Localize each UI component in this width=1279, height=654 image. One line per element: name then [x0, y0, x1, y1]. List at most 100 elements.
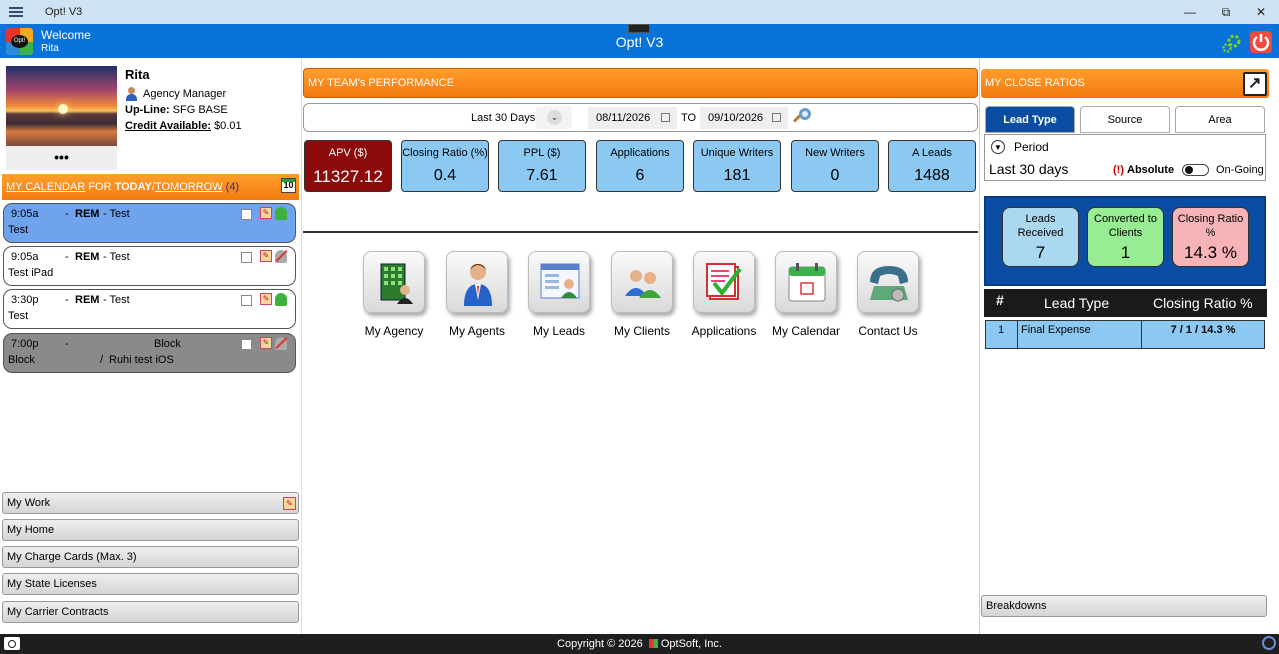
table-cell-ratio: 7 / 1 / 14.3 %: [1170, 324, 1236, 336]
calendar-item-checkbox[interactable]: [241, 209, 252, 220]
date-to-field[interactable]: 09/10/2026: [700, 107, 788, 129]
calendar-count: (4): [222, 181, 240, 193]
app-label[interactable]: My Clients: [600, 324, 684, 338]
footer: Copyright © 2026 OptSoft, Inc.: [0, 634, 1279, 654]
column-header-lead-type[interactable]: Lead Type: [1044, 295, 1109, 311]
bell-muted-icon[interactable]: [275, 250, 287, 263]
settings-cog-icon[interactable]: [1262, 636, 1276, 650]
edit-pencil-icon[interactable]: ✎: [260, 337, 272, 349]
kpi-label: Closing Ratio (%): [402, 147, 488, 159]
breakdowns-button[interactable]: Breakdowns: [981, 595, 1267, 617]
calendar-icon: [788, 263, 826, 302]
restore-button[interactable]: ⧉: [1208, 0, 1244, 24]
contact-us-button[interactable]: [857, 251, 919, 313]
kpi-closing-ratio[interactable]: Closing Ratio (%) 0.4: [401, 140, 489, 192]
date-from-field[interactable]: 08/11/2026: [588, 107, 677, 129]
kpi-new-writers[interactable]: New Writers 0: [791, 140, 879, 192]
camera-icon[interactable]: [4, 637, 20, 650]
my-leads-button[interactable]: [528, 251, 590, 313]
calendar-item-checkbox[interactable]: [241, 295, 252, 306]
bell-icon[interactable]: [275, 293, 287, 306]
edit-pencil-icon[interactable]: ✎: [260, 250, 272, 262]
my-agents-button[interactable]: [446, 251, 508, 313]
app-label[interactable]: My Leads: [517, 324, 601, 338]
kpi-apv[interactable]: APV ($) 11327.12: [304, 140, 392, 192]
period-dropdown[interactable]: ⌄: [536, 106, 572, 129]
calendar-small-icon[interactable]: [772, 113, 781, 122]
settings-gear-icon[interactable]: [1222, 33, 1242, 53]
kpi-label: PPL ($): [523, 147, 561, 159]
app-label[interactable]: My Calendar: [764, 324, 848, 338]
kpi-value: 11327.12: [313, 167, 383, 186]
minimize-button[interactable]: —: [1172, 0, 1208, 24]
edit-pencil-icon[interactable]: ✎: [260, 293, 272, 305]
period-value: Last 30 days: [989, 161, 1069, 177]
left-panel: ••• Rita Agency Manager Up-Line: SFG BAS…: [0, 58, 302, 634]
stat-closing-ratio[interactable]: Closing Ratio % 14.3 %: [1172, 207, 1249, 267]
calendar-day-icon[interactable]: 10: [281, 178, 296, 193]
calendar-item[interactable]: 9:05a - REM - Test Test iPad ✎: [3, 246, 296, 286]
column-header-closing-ratio[interactable]: Closing Ratio %: [1153, 295, 1253, 311]
calendar-item-checkbox[interactable]: [241, 252, 252, 263]
chevron-down-icon[interactable]: ▼: [991, 140, 1005, 154]
credit-label[interactable]: Credit Available:: [125, 120, 211, 132]
kpi-value: 6: [635, 167, 645, 184]
menu-my-charge-cards[interactable]: My Charge Cards (Max. 3): [2, 546, 299, 568]
kpi-ppl[interactable]: PPL ($) 7.61: [498, 140, 586, 192]
tab-source[interactable]: Source: [1080, 106, 1170, 133]
kpi-applications[interactable]: Applications 6: [596, 140, 684, 192]
profile-photo[interactable]: [6, 66, 117, 146]
table-row[interactable]: 1 Final Expense 7 / 1 / 14.3 %: [985, 320, 1265, 349]
my-clients-button[interactable]: [611, 251, 673, 313]
period-select-value[interactable]: Last 30 Days: [471, 112, 535, 124]
menu-my-carrier-contracts[interactable]: My Carrier Contracts: [2, 601, 299, 623]
calendar-item-kind: REM: [75, 294, 100, 306]
calendar-item[interactable]: 9:05a - REM - Test Test ✎: [3, 203, 296, 243]
stat-converted-to-clients[interactable]: Converted to Clients 1: [1087, 207, 1164, 267]
upline-value: SFG BASE: [172, 104, 228, 116]
today-label[interactable]: TODAY: [115, 181, 152, 193]
open-external-icon[interactable]: [1243, 72, 1267, 96]
app-label[interactable]: My Agents: [435, 324, 519, 338]
kpi-value: 0.4: [433, 167, 457, 184]
search-icon[interactable]: [792, 108, 812, 126]
hamburger-menu-icon[interactable]: [9, 5, 23, 19]
tomorrow-link[interactable]: TOMORROW: [155, 181, 223, 193]
clients-icon: [625, 270, 661, 298]
my-calendar-button[interactable]: [775, 251, 837, 313]
calendar-link[interactable]: MY CALENDAR: [6, 181, 85, 193]
close-window-button[interactable]: ✕: [1243, 0, 1279, 24]
edit-pencil-icon[interactable]: ✎: [283, 497, 296, 510]
team-performance-header: MY TEAM's PERFORMANCE: [303, 68, 978, 98]
app-label[interactable]: Contact Us: [846, 324, 930, 338]
to-label: TO: [681, 112, 697, 124]
calendar-item-dash: -: [65, 338, 69, 350]
kpi-value: 181: [723, 167, 751, 184]
kpi-unique-writers[interactable]: Unique Writers 181: [693, 140, 781, 192]
calendar-item-checkbox[interactable]: [241, 339, 252, 350]
tab-area[interactable]: Area: [1175, 106, 1265, 133]
period-title[interactable]: Period: [1014, 140, 1049, 154]
camera-notch: [628, 24, 650, 33]
kpi-a-leads[interactable]: A Leads 1488: [888, 140, 976, 192]
app-label[interactable]: My Agency: [352, 324, 436, 338]
absolute-ongoing-toggle[interactable]: [1182, 164, 1209, 176]
power-logout-icon[interactable]: [1250, 31, 1272, 53]
kpi-value: 0: [830, 167, 840, 184]
calendar-item[interactable]: 7:00p - Block Block / Ruhi test iOS ✎: [3, 333, 296, 373]
applications-button[interactable]: [693, 251, 755, 313]
menu-my-home[interactable]: My Home: [2, 519, 299, 541]
tab-lead-type[interactable]: Lead Type: [985, 106, 1075, 133]
my-agency-button[interactable]: [363, 251, 425, 313]
bell-muted-icon[interactable]: [275, 337, 287, 350]
calendar-small-icon[interactable]: [661, 113, 670, 122]
app-label[interactable]: Applications: [682, 324, 766, 338]
menu-my-state-licenses[interactable]: My State Licenses: [2, 573, 299, 595]
profile-more-button[interactable]: •••: [6, 146, 117, 170]
kpi-label: New Writers: [805, 147, 865, 159]
calendar-item[interactable]: 3:30p - REM - Test Test ✎: [3, 289, 296, 329]
edit-pencil-icon[interactable]: ✎: [260, 207, 272, 219]
bell-icon[interactable]: [275, 207, 287, 220]
stat-leads-received[interactable]: Leads Received 7: [1002, 207, 1079, 267]
menu-my-work[interactable]: My Work: [2, 492, 299, 514]
